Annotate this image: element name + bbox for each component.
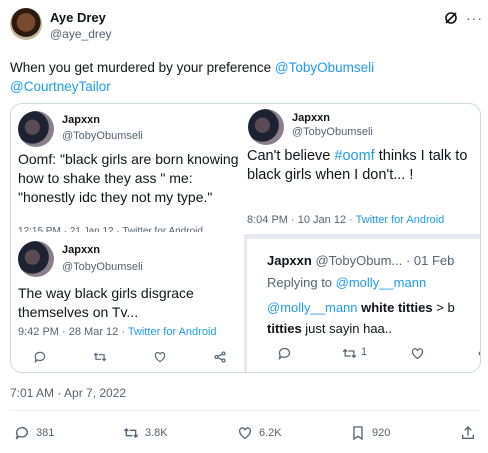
like-icon <box>411 348 424 360</box>
reply-count: 381 <box>36 427 55 439</box>
screenshot-card: Japxxn @TobyObumseli The way black girls… <box>11 232 244 372</box>
card-text: Oomf: "black girls are born knowing how … <box>18 151 239 205</box>
retweet-button[interactable]: 3.8K <box>123 425 168 441</box>
card-avatar <box>18 111 54 147</box>
reply-prefix: Replying to <box>267 275 336 290</box>
card-text: The way black girls disgrace themselves … <box>18 285 194 320</box>
card-text: @molly__mann white titties > b titties j… <box>267 297 480 339</box>
reply-to: @molly__mann <box>335 275 427 290</box>
card-text-part: > b <box>432 300 455 315</box>
card-text-part: just sayin haa.. <box>301 321 392 336</box>
author-name[interactable]: Aye Drey <box>50 10 106 25</box>
card-source: Twitter for Android <box>127 326 217 338</box>
card-handle: @TobyObumseli <box>292 126 373 138</box>
screenshot-card: Japxxn @TobyObumseli Can't believe #oomf… <box>244 104 480 234</box>
share-icon <box>462 426 474 439</box>
more-icon[interactable]: ··· <box>466 10 483 26</box>
author-handle[interactable]: @aye_drey <box>50 27 112 41</box>
card-meta: 8:04 PM · 10 Jan 12 · Twitter for Androi… <box>247 214 444 226</box>
card-name: Japxxn <box>62 244 100 256</box>
hashtag: #oomf <box>334 148 375 164</box>
reply-icon <box>278 347 291 360</box>
bookmark-icon <box>353 426 363 441</box>
divider <box>10 410 480 411</box>
card-source: Twitter for Android <box>355 214 445 226</box>
retweet-count: 3.8K <box>145 427 168 439</box>
like-count: 6.2K <box>259 427 282 439</box>
share-icon <box>214 351 226 363</box>
card-date: · 01 Feb <box>402 253 455 268</box>
tweet-text-body: When you get murdered by your preference <box>10 60 275 75</box>
card-handle: @TobyObumseli <box>62 130 143 142</box>
card-text-part: Can't believe <box>247 148 335 164</box>
reply-context: Replying to @molly__mann <box>267 275 426 290</box>
card-name: Japxxn <box>62 114 100 126</box>
media-image[interactable]: Japxxn @TobyObumseli Oomf: "black girls … <box>10 103 481 373</box>
card-name: Japxxn <box>292 112 330 124</box>
card-avatar <box>248 109 284 145</box>
card-mention: @molly__mann <box>267 300 358 315</box>
card-name: Japxxn @TobyObum... · 01 Feb <box>267 253 454 268</box>
share-icon <box>478 351 480 356</box>
share-button[interactable] <box>460 425 482 441</box>
screenshot-card: Japxxn @TobyObum... · 01 Feb Replying to… <box>247 239 480 372</box>
grok-icon[interactable] <box>444 11 458 25</box>
screenshot-card: Japxxn @TobyObumseli Oomf: "black girls … <box>11 104 247 234</box>
mention-link[interactable]: @TobyObumseli <box>275 60 374 75</box>
tweet-timestamp[interactable]: 7:01 AM · Apr 7, 2022 <box>10 386 126 400</box>
card-text-bold: white titties <box>357 300 433 315</box>
reply-icon <box>15 427 28 440</box>
like-icon <box>154 352 166 363</box>
reply-icon <box>34 351 46 364</box>
bookmark-button[interactable]: 920 <box>350 425 390 441</box>
retweet-icon <box>93 352 107 362</box>
card-meta: 9:42 PM · 28 Mar 12 · Twitter for Androi… <box>18 326 217 338</box>
action-bar: 381 3.8K 6.2K 920 <box>10 425 480 447</box>
mention-link[interactable]: @CourtneyTailor <box>10 79 111 94</box>
card-retweet-count: 1 <box>361 346 368 358</box>
card-name-text: Japxxn <box>267 253 312 268</box>
card-meta-time: 8:04 PM · 10 Jan 12 · <box>247 214 356 226</box>
card-text-bold: titties <box>267 321 302 336</box>
reply-button[interactable]: 381 <box>14 425 54 441</box>
like-button[interactable]: 6.2K <box>237 425 282 441</box>
card-meta-time: 9:42 PM · 28 Mar 12 · <box>18 326 128 338</box>
retweet-icon <box>123 428 139 438</box>
bookmark-count: 920 <box>372 427 391 439</box>
like-icon <box>239 427 251 440</box>
card-text: Can't believe #oomf thinks I talk to bla… <box>247 147 479 185</box>
card-handle: @TobyObumseli <box>62 261 143 273</box>
card-avatar <box>18 241 54 277</box>
card-handle: @TobyObum... <box>315 253 403 268</box>
author-avatar[interactable] <box>10 8 42 40</box>
retweet-icon <box>342 348 357 359</box>
tweet-text: When you get murdered by your preference… <box>10 58 480 96</box>
